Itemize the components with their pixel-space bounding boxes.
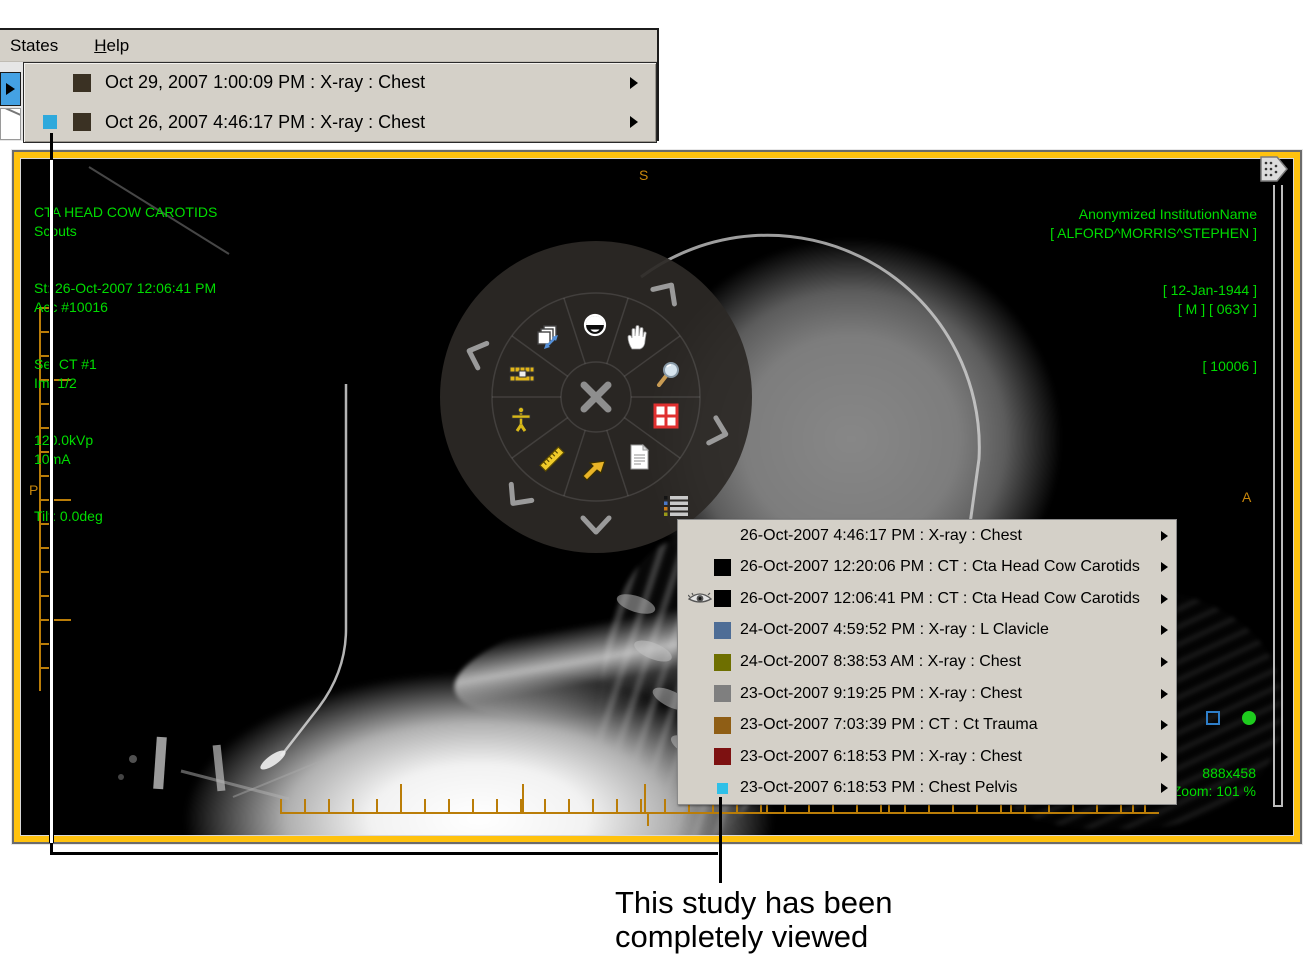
submenu-arrow-icon <box>1161 562 1168 572</box>
zoom-magnifier-icon[interactable] <box>656 361 682 387</box>
menu-help[interactable]: Help <box>90 34 133 58</box>
submenu-arrow-icon <box>630 77 638 89</box>
submenu-arrow-icon <box>1161 531 1168 541</box>
study-color-swatch <box>714 654 731 671</box>
image-canvas[interactable]: CTA HEAD COW CAROTIDSScouts St: 26-Oct-2… <box>21 159 1293 835</box>
callout-line <box>50 852 718 855</box>
study-menu-item[interactable]: 24-Oct-2007 8:38:53 AM : X-ray : Chest <box>678 646 1176 678</box>
study-menu-item[interactable]: 23-Oct-2007 9:19:25 PM : X-ray : Chest <box>678 678 1176 710</box>
viewed-marker <box>717 783 728 794</box>
series-color-swatch <box>73 113 91 131</box>
states-dropdown-menu: Oct 29, 2007 1:00:09 PM : X-ray : Chest … <box>23 62 657 143</box>
stack-scroll-icon[interactable] <box>534 324 560 350</box>
patient-orientation-icon[interactable] <box>508 406 534 432</box>
loaded-dot-icon <box>1242 711 1256 725</box>
submenu-arrow-icon <box>630 116 638 128</box>
callout-line <box>719 797 722 883</box>
image-state-indicators <box>1206 711 1256 726</box>
study-menu-item[interactable]: 26-Oct-2007 12:20:06 PM : CT : Cta Head … <box>678 552 1176 584</box>
menu-item-study[interactable]: Oct 29, 2007 1:00:09 PM : X-ray : Chest <box>24 63 656 103</box>
study-color-swatch <box>714 622 731 639</box>
study-menu-item[interactable]: 23-Oct-2007 6:18:53 PM : Chest Pelvis <box>678 773 1176 805</box>
study-menu-item[interactable]: 26-Oct-2007 4:46:17 PM : X-ray : Chest <box>678 520 1176 552</box>
series-color-swatch <box>73 74 91 92</box>
dicom-overlay-left: CTA HEAD COW CAROTIDSScouts St: 26-Oct-2… <box>34 165 217 564</box>
callout-caption: This study has been completely viewed <box>615 886 892 954</box>
study-menu-item[interactable]: 23-Oct-2007 7:03:39 PM : CT : Ct Trauma <box>678 709 1176 741</box>
submenu-arrow-icon <box>1161 594 1168 604</box>
submenu-arrow-icon <box>1161 720 1168 730</box>
play-arrow-icon <box>6 83 15 95</box>
study-menu-item[interactable]: 26-Oct-2007 12:06:41 PM : CT : Cta Head … <box>678 583 1176 615</box>
measure-ruler-icon[interactable] <box>539 446 565 472</box>
orientation-marker-posterior: P <box>29 482 38 498</box>
submenu-arrow-icon <box>1161 783 1168 793</box>
stow-handle-icon[interactable] <box>1260 154 1288 184</box>
window-level-icon[interactable] <box>582 312 608 338</box>
callout-line <box>49 160 54 843</box>
study-color-swatch <box>714 590 731 607</box>
toolbar-edge <box>0 62 23 141</box>
submenu-arrow-icon <box>1161 752 1168 762</box>
orientation-marker-superior: S <box>639 167 648 183</box>
study-color-swatch <box>714 685 731 702</box>
submenu-arrow-icon <box>1161 625 1168 635</box>
menubar: States Help <box>0 30 657 62</box>
study-color-swatch <box>714 748 731 765</box>
study-color-swatch <box>714 559 731 576</box>
image-viewport-frame: CTA HEAD COW CAROTIDSScouts St: 26-Oct-2… <box>12 150 1302 844</box>
study-context-menu: 26-Oct-2007 4:46:17 PM : X-ray : Chest 2… <box>677 519 1177 805</box>
study-list-icon[interactable] <box>663 495 689 517</box>
viewer-window-fragment: States Help Oct 29, 2007 1:00:09 PM : X-… <box>0 28 659 141</box>
submenu-arrow-icon <box>1161 657 1168 667</box>
layout-grid-icon[interactable] <box>653 403 679 429</box>
orientation-marker-anterior: A <box>1242 489 1251 505</box>
study-menu-item[interactable]: 23-Oct-2007 6:18:53 PM : X-ray : Chest <box>678 741 1176 773</box>
submenu-arrow-icon <box>1161 689 1168 699</box>
viewed-marker <box>43 115 57 129</box>
dicom-overlay-patient: Anonymized InstitutionName[ ALFORD^MORRI… <box>1050 167 1257 414</box>
callout-line <box>50 133 53 160</box>
selection-square-icon <box>1206 711 1220 725</box>
report-document-icon[interactable] <box>626 444 652 470</box>
menu-item-study[interactable]: Oct 26, 2007 4:46:17 PM : X-ray : Chest <box>24 103 656 143</box>
menu-states[interactable]: States <box>6 34 62 58</box>
study-color-swatch <box>714 527 731 544</box>
study-color-swatch <box>714 717 731 734</box>
study-menu-item[interactable]: 24-Oct-2007 4:59:52 PM : X-ray : L Clavi… <box>678 615 1176 647</box>
radial-tool-menu[interactable] <box>439 240 753 554</box>
toolbar-button[interactable] <box>0 72 21 106</box>
dicom-overlay-status: 888x458Zoom: 101 % 1 (lossless)W: 499 L:… <box>1167 728 1256 835</box>
toolbar-thumbnail[interactable] <box>0 108 21 140</box>
viewport-scrollbar[interactable] <box>1273 185 1283 807</box>
pointer-arrow-icon[interactable] <box>581 459 607 485</box>
pan-hand-icon[interactable] <box>624 324 650 350</box>
table-tool-icon[interactable] <box>509 361 535 387</box>
eye-icon <box>688 591 714 607</box>
